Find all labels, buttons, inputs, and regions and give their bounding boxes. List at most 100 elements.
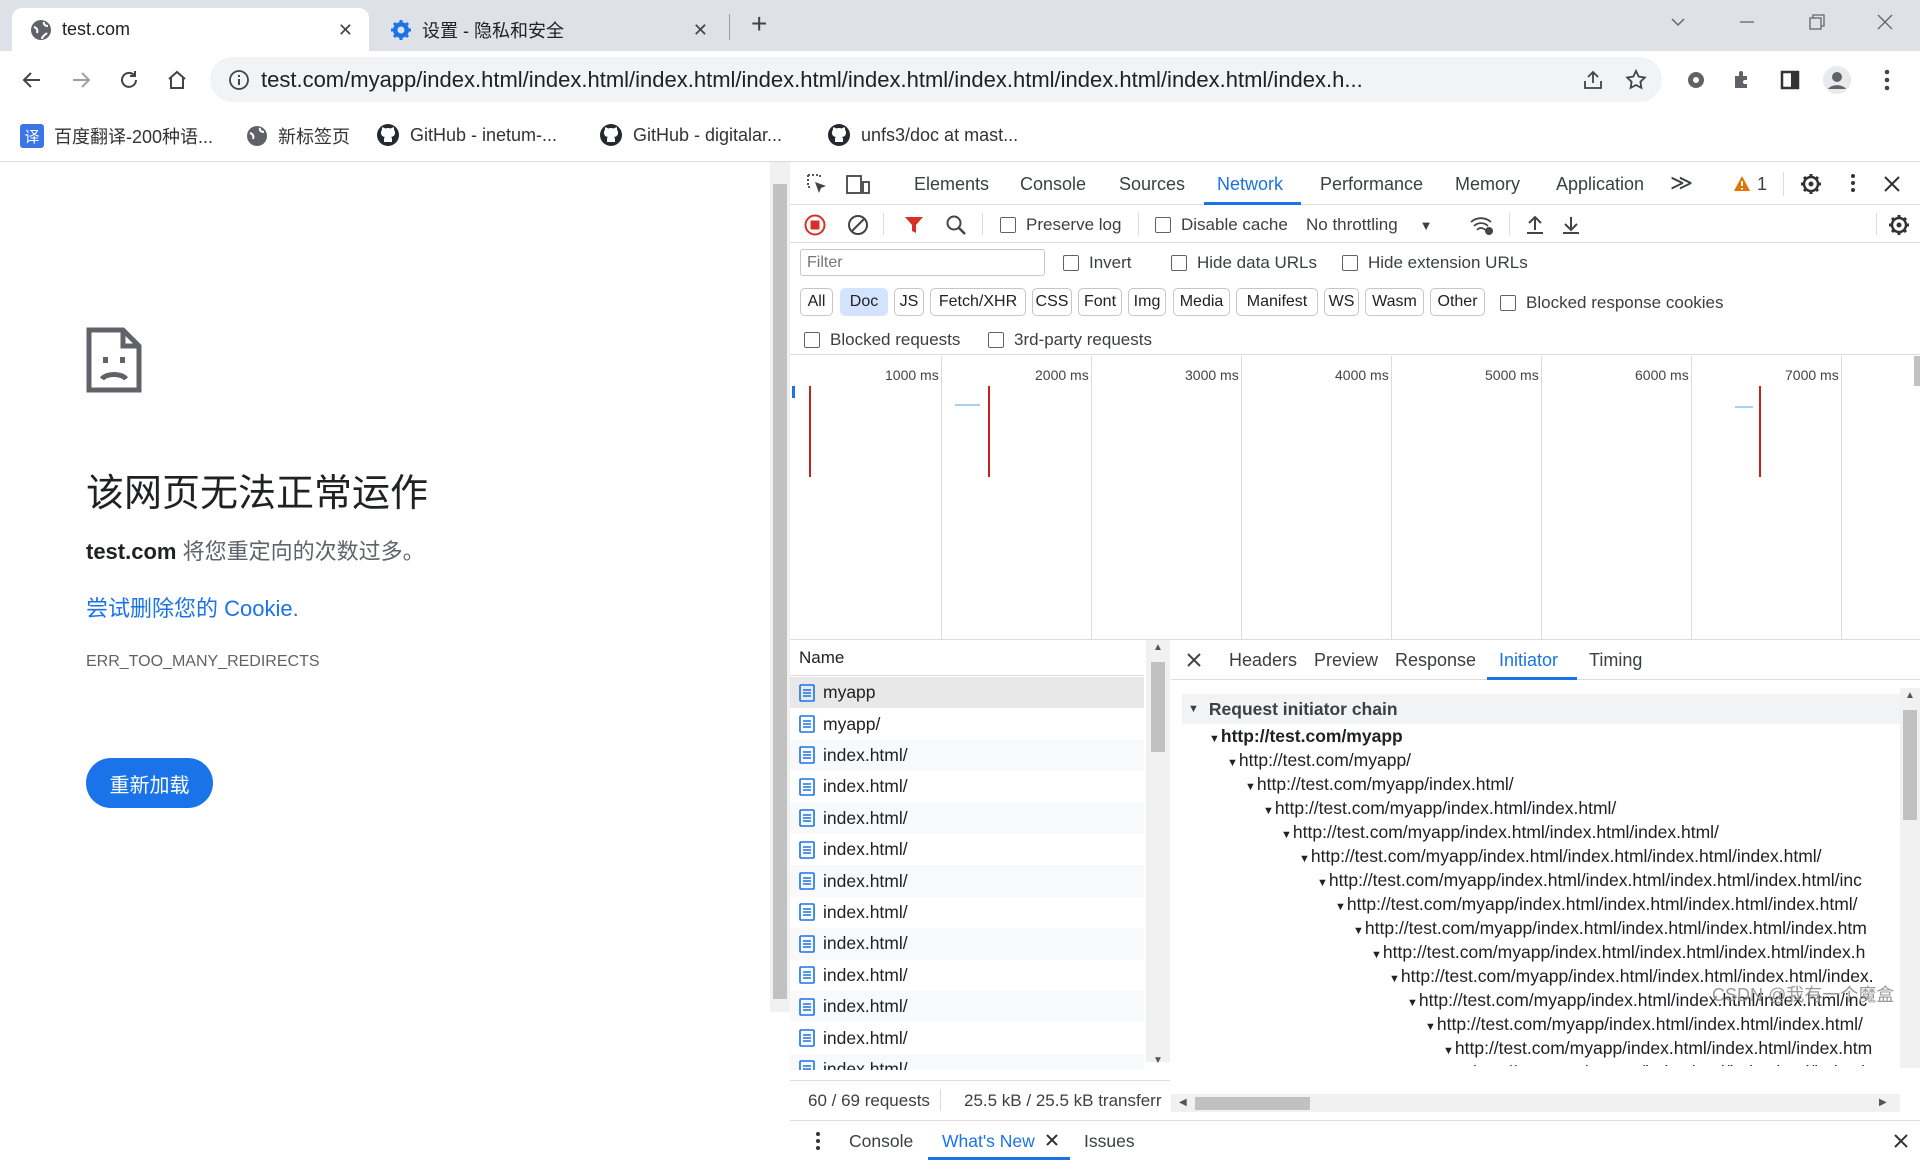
checkbox-box[interactable] — [1342, 255, 1358, 271]
initiator-chain-item[interactable]: ▼http://test.com/myapp/index.html/index.… — [1299, 846, 1822, 867]
initiator-chain-item[interactable]: ▼http://test.com/myapp/index.html/index.… — [1461, 1062, 1871, 1066]
extensions-puzzle-icon[interactable] — [1728, 65, 1758, 95]
initiator-chain-item[interactable]: ▼http://test.com/myapp/index.html/index.… — [1335, 894, 1858, 915]
detail-tab-initiator[interactable]: Initiator — [1499, 650, 1558, 671]
scroll-down-arrow-icon[interactable]: ▼ — [1153, 1055, 1163, 1066]
initiator-chain-item[interactable]: ▼http://test.com/myapp/index.html/index.… — [1353, 918, 1867, 939]
request-row[interactable]: myapp/ — [790, 708, 1144, 740]
import-har-icon[interactable] — [1525, 214, 1545, 236]
detail-tab-headers[interactable]: Headers — [1229, 650, 1297, 671]
network-settings-icon[interactable] — [1888, 214, 1910, 236]
profile-avatar-icon[interactable] — [1822, 65, 1852, 95]
scrollbar-thumb[interactable] — [773, 184, 787, 999]
extension-gear-icon[interactable] — [1681, 65, 1711, 95]
warning-count[interactable]: 1 — [1757, 174, 1767, 195]
checkbox-box[interactable] — [1155, 217, 1171, 233]
detail-h-scrollbar[interactable]: ◀ ▶ — [1171, 1094, 1900, 1112]
initiator-chain-item[interactable]: ▼http://test.com/myapp/index.html/index.… — [1371, 942, 1865, 963]
scroll-up-arrow-icon[interactable]: ▲ — [1905, 690, 1915, 701]
bookmark-new-tab[interactable]: 新标签页 — [246, 123, 350, 149]
bookmark-baidu-translate[interactable]: 译 百度翻译-200种语... — [20, 123, 213, 149]
search-icon[interactable] — [945, 214, 967, 236]
close-detail-icon[interactable] — [1186, 652, 1202, 668]
initiator-chain-item[interactable]: ▼http://test.com/myapp — [1209, 726, 1403, 747]
tab-settings[interactable]: 设置 - 隐私和安全 ✕ — [374, 8, 724, 51]
devtools-tab-performance[interactable]: Performance — [1320, 174, 1423, 195]
initiator-chain-item[interactable]: ▼http://test.com/myapp/index.html/index.… — [1263, 798, 1616, 819]
filter-chip-ws[interactable]: WS — [1324, 288, 1359, 316]
devtools-tab-console[interactable]: Console — [1020, 174, 1086, 195]
filter-chip-font[interactable]: Font — [1078, 288, 1122, 316]
filter-chip-doc[interactable]: Doc — [840, 288, 888, 316]
filter-chip-wasm[interactable]: Wasm — [1365, 288, 1424, 316]
bookmark-github-digitalar[interactable]: GitHub - digitalar... — [599, 123, 782, 147]
filter-chip-img[interactable]: Img — [1128, 288, 1166, 316]
filter-chip-other[interactable]: Other — [1430, 288, 1485, 316]
initiator-chain-item[interactable]: ▼http://test.com/myapp/index.html/index.… — [1317, 870, 1862, 891]
home-icon[interactable] — [162, 65, 192, 95]
request-row[interactable]: index.html/ — [790, 802, 1144, 834]
forward-arrow-icon[interactable] — [66, 65, 96, 95]
initiator-chain-item[interactable]: ▼http://test.com/myapp/index.html/index.… — [1281, 822, 1719, 843]
scroll-up-arrow-icon[interactable]: ▲ — [1153, 642, 1163, 653]
scrollbar-thumb[interactable] — [1195, 1097, 1310, 1110]
drawer-tab-issues[interactable]: Issues — [1084, 1131, 1135, 1152]
settings-gear-icon[interactable] — [1800, 173, 1822, 195]
device-toolbar-icon[interactable] — [846, 173, 870, 195]
close-tab-icon[interactable]: ✕ — [693, 20, 708, 41]
devtools-tab-network[interactable]: Network — [1217, 174, 1283, 195]
restore-icon[interactable] — [1807, 12, 1827, 32]
devtools-tab-application[interactable]: Application — [1556, 174, 1644, 195]
name-column-header[interactable]: Name — [790, 640, 1144, 676]
scroll-left-arrow-icon[interactable]: ◀ — [1179, 1097, 1187, 1108]
filter-chip-fetch-xhr[interactable]: Fetch/XHR — [930, 288, 1026, 316]
filter-chip-all[interactable]: All — [800, 288, 833, 316]
reload-button[interactable]: 重新加载 — [86, 758, 213, 808]
disable-cache-checkbox[interactable]: Disable cache — [1155, 215, 1288, 235]
page-scrollbar[interactable] — [770, 162, 790, 1012]
blocked-requests-checkbox[interactable]: Blocked requests — [804, 330, 960, 350]
detail-tab-timing[interactable]: Timing — [1589, 650, 1642, 671]
filter-chip-manifest[interactable]: Manifest — [1236, 288, 1318, 316]
close-tab-icon[interactable]: ✕ — [338, 20, 353, 41]
request-row[interactable]: myapp — [790, 677, 1144, 709]
initiator-chain-item[interactable]: ▼http://test.com/myapp/index.html/index.… — [1443, 1038, 1872, 1059]
back-arrow-icon[interactable] — [17, 65, 47, 95]
detail-tab-response[interactable]: Response — [1395, 650, 1476, 671]
checkbox-box[interactable] — [804, 332, 820, 348]
request-row[interactable]: index.html/ — [790, 896, 1144, 929]
close-drawer-icon[interactable] — [1893, 1133, 1909, 1149]
close-window-icon[interactable] — [1875, 12, 1895, 32]
request-row[interactable]: index.html/ — [790, 959, 1144, 991]
share-icon[interactable] — [1582, 69, 1604, 91]
star-icon[interactable] — [1624, 68, 1648, 92]
delete-cookie-link[interactable]: 尝试删除您的 Cookie. — [86, 591, 299, 623]
close-drawer-tab-icon[interactable] — [1045, 1133, 1059, 1147]
timeline-scrollbar[interactable] — [1914, 356, 1920, 386]
address-bar[interactable]: test.com/myapp/index.html/index.html/ind… — [210, 57, 1662, 102]
request-row[interactable]: index.html/ — [790, 739, 1144, 772]
hide-data-urls-checkbox[interactable]: Hide data URLs — [1171, 253, 1317, 273]
devtools-menu-icon[interactable] — [1850, 173, 1856, 193]
checkbox-box[interactable] — [1500, 295, 1516, 311]
export-har-icon[interactable] — [1561, 214, 1581, 236]
request-row[interactable]: index.html/ — [790, 865, 1144, 897]
more-tabs-icon[interactable]: ≫ — [1670, 170, 1693, 196]
hide-extension-urls-checkbox[interactable]: Hide extension URLs — [1342, 253, 1528, 273]
request-list-scrollbar[interactable]: ▲ ▼ — [1146, 640, 1170, 1066]
inspect-element-icon[interactable] — [806, 173, 828, 195]
request-row[interactable]: index.html/ — [790, 991, 1144, 1023]
timeline-overview[interactable]: 1000 ms 2000 ms 3000 ms 4000 ms 5000 ms … — [790, 356, 1920, 640]
info-icon[interactable] — [228, 69, 250, 91]
filter-chip-css[interactable]: CSS — [1032, 288, 1072, 316]
minimize-icon[interactable] — [1737, 12, 1757, 32]
new-tab-button[interactable]: + — [751, 10, 767, 38]
checkbox-box[interactable] — [1000, 217, 1016, 233]
drawer-tab-console[interactable]: Console — [849, 1131, 913, 1152]
kebab-menu-icon[interactable] — [1872, 65, 1902, 95]
clear-icon[interactable] — [847, 214, 869, 236]
filter-funnel-icon[interactable] — [904, 215, 924, 235]
devtools-tab-memory[interactable]: Memory — [1455, 174, 1520, 195]
request-row[interactable]: index.html/ — [790, 928, 1144, 960]
record-stop-icon[interactable] — [804, 214, 826, 236]
